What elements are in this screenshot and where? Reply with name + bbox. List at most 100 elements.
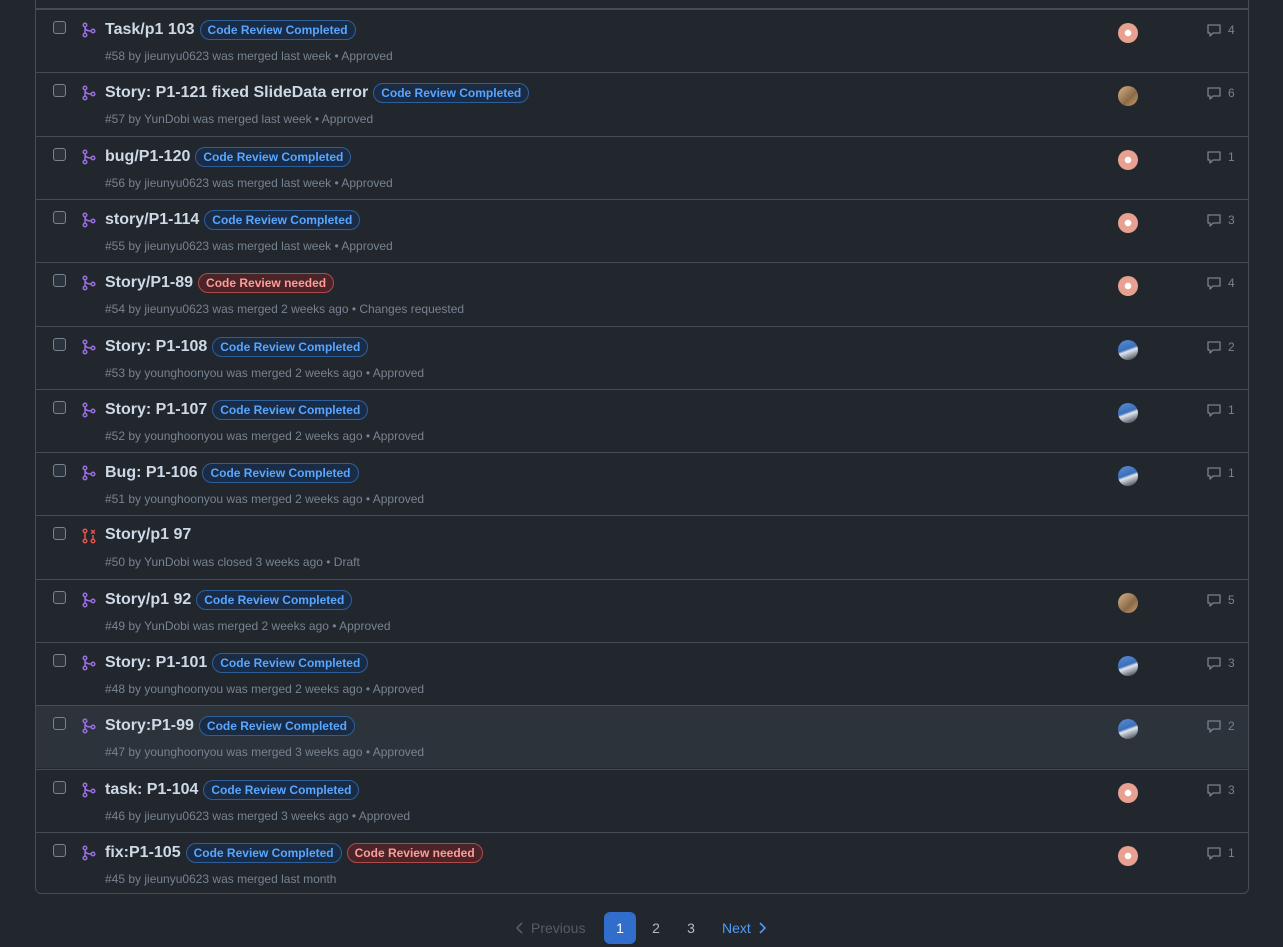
page-3-button[interactable]: 3 <box>675 912 707 944</box>
label-badge[interactable]: Code Review Completed <box>195 146 352 167</box>
pr-title-link[interactable]: Story: P1-107 <box>105 401 207 419</box>
pr-title-link[interactable]: fix:P1-105 <box>105 844 181 862</box>
comments-link[interactable]: 1 <box>1206 465 1235 481</box>
assignee-avatar[interactable] <box>1118 845 1138 866</box>
label-badge[interactable]: Code Review Completed <box>212 653 369 673</box>
comments-link[interactable]: 5 <box>1206 592 1235 608</box>
pr-title-link[interactable]: Story:P1-99 <box>105 717 194 735</box>
label-badge[interactable]: Code Review Completed <box>196 589 353 610</box>
pr-title-link[interactable]: Story/p1 92 <box>105 591 191 609</box>
label-badge[interactable]: Code Review Completed <box>198 716 355 737</box>
comment-icon <box>1206 592 1222 608</box>
assignee-avatar[interactable] <box>1118 149 1138 170</box>
label-badge[interactable]: Code Review needed <box>346 842 483 863</box>
row-checkbox[interactable] <box>53 274 66 288</box>
comments-link[interactable]: 3 <box>1206 655 1235 671</box>
assignee-avatar[interactable] <box>1118 782 1138 803</box>
row-checkbox[interactable] <box>53 464 66 478</box>
assignee-avatar[interactable] <box>1118 212 1138 233</box>
assignee-avatar[interactable] <box>1118 466 1138 487</box>
merged-pr-icon <box>81 338 97 355</box>
pull-request-row[interactable]: Bug: P1-106 Code Review Completed #51 by y… <box>36 452 1248 515</box>
row-checkbox[interactable] <box>53 147 66 161</box>
pr-title-link[interactable]: Story/P1-89 <box>105 274 193 292</box>
pull-request-row[interactable]: Story:P1-99 Code Review Completed #47 by y… <box>36 705 1248 769</box>
assignee-avatar[interactable] <box>1118 339 1138 360</box>
merged-pr-icon <box>81 592 97 608</box>
comments-link[interactable]: 1 <box>1206 845 1235 861</box>
pull-request-row[interactable]: bug/P1-120 Code Review Completed #56 by ji… <box>36 135 1248 199</box>
label-badge[interactable]: Code Review needed <box>198 273 335 294</box>
row-checkbox[interactable] <box>53 527 66 541</box>
row-checkbox[interactable] <box>53 21 66 34</box>
page-1-button[interactable]: 1 <box>604 912 636 944</box>
label-badge[interactable]: Code Review Completed <box>204 209 361 230</box>
pull-request-row[interactable]: Story: P1-101 Code Review Completed #48 by… <box>36 642 1248 705</box>
pull-request-row[interactable]: fix:P1-105 Code Review Completed Code Revi… <box>36 831 1248 895</box>
label-badge[interactable]: Code Review Completed <box>185 842 342 863</box>
comments-link[interactable]: 6 <box>1206 85 1235 101</box>
pr-title-link[interactable]: bug/P1-120 <box>105 148 190 166</box>
comments-link[interactable]: 2 <box>1206 718 1235 734</box>
assignee-avatar[interactable] <box>1118 402 1138 423</box>
label-badge[interactable]: Code Review Completed <box>202 463 359 484</box>
label-badge[interactable]: Code Review Completed <box>199 20 356 40</box>
pr-title-link[interactable]: Story/p1 97 <box>105 526 191 544</box>
pull-request-row[interactable]: Story: P1-107 Code Review Completed #52 by… <box>36 388 1248 452</box>
row-checkbox[interactable] <box>53 843 66 857</box>
previous-page-button[interactable]: Previous <box>515 920 585 936</box>
pull-request-row[interactable]: task: P1-104 Code Review Completed #46 by … <box>36 768 1248 832</box>
pull-request-row[interactable]: story/P1-114 Code Review Completed #55 by … <box>36 198 1248 262</box>
assignee-avatar[interactable] <box>1118 592 1138 613</box>
label-badge[interactable]: Code Review Completed <box>203 779 360 800</box>
row-checkbox[interactable] <box>53 337 66 351</box>
pull-request-row[interactable]: Story: P1-108 Code Review Completed #53 by… <box>36 325 1248 389</box>
assignee-avatar[interactable] <box>1118 656 1138 676</box>
title-line: Story: P1-108 Code Review Completed <box>105 336 369 357</box>
pr-title-link[interactable]: Story: P1-101 <box>105 654 207 672</box>
comment-count: 5 <box>1228 592 1235 607</box>
pr-meta: #51 by younghoonyou was merged 2 weeks a… <box>105 492 425 507</box>
next-page-button[interactable]: Next <box>722 920 767 936</box>
row-checkbox[interactable] <box>53 590 66 604</box>
pr-title-link[interactable]: story/P1-114 <box>105 211 199 229</box>
row-checkbox[interactable] <box>53 654 66 667</box>
pr-title-link[interactable]: task: P1-104 <box>105 781 198 799</box>
comment-icon <box>1206 845 1222 861</box>
assignee-avatar[interactable] <box>1118 23 1138 43</box>
pull-request-row[interactable]: Story/p1 97 #50 by YunDobi was closed 3 w… <box>36 515 1248 578</box>
row-checkbox[interactable] <box>53 717 66 731</box>
label-badge[interactable]: Code Review Completed <box>212 399 369 420</box>
pull-request-row[interactable]: Story/P1-89 Code Review needed #54 by jieu… <box>36 262 1248 325</box>
row-checkbox[interactable] <box>53 210 66 224</box>
assignee-avatar[interactable] <box>1118 719 1138 740</box>
assignee-avatar[interactable] <box>1118 276 1138 297</box>
comments-link[interactable]: 1 <box>1206 149 1235 165</box>
comments-link[interactable]: 4 <box>1206 275 1235 291</box>
title-line: Story/p1 92 Code Review Completed <box>105 589 353 610</box>
row-checkbox[interactable] <box>53 400 66 414</box>
comment-count: 1 <box>1228 402 1235 417</box>
row-checkbox[interactable] <box>53 84 66 98</box>
pagination: Previous 1 2 3 Next <box>0 912 1283 944</box>
comment-count: 3 <box>1228 656 1235 670</box>
row-checkbox[interactable] <box>53 780 66 794</box>
pr-meta: #57 by YunDobi was merged last week • Ap… <box>105 112 374 127</box>
comments-link[interactable]: 4 <box>1206 22 1235 38</box>
pr-title-link[interactable]: Story: P1-121 fixed SlideData error <box>105 84 368 102</box>
comments-link[interactable]: 1 <box>1206 402 1235 418</box>
page-2-button[interactable]: 2 <box>640 912 672 944</box>
comments-link[interactable]: 3 <box>1206 782 1235 798</box>
pull-request-row[interactable]: Story: P1-121 fixed SlideData error Code … <box>36 72 1248 135</box>
comments-link[interactable]: 3 <box>1206 212 1235 228</box>
pr-meta: #49 by YunDobi was merged 2 weeks ago • … <box>105 618 391 633</box>
assignee-avatar[interactable] <box>1118 86 1138 107</box>
pull-request-row[interactable]: Task/p1 103 Code Review Completed #58 by j… <box>36 9 1248 72</box>
label-badge[interactable]: Code Review Completed <box>212 336 369 357</box>
pr-title-link[interactable]: Story: P1-108 <box>105 338 207 356</box>
pr-title-link[interactable]: Task/p1 103 <box>105 21 195 39</box>
comments-link[interactable]: 2 <box>1206 339 1235 355</box>
pr-title-link[interactable]: Bug: P1-106 <box>105 464 197 482</box>
pull-request-row[interactable]: Story/p1 92 Code Review Completed #49 by Y… <box>36 578 1248 642</box>
label-badge[interactable]: Code Review Completed <box>373 83 530 104</box>
